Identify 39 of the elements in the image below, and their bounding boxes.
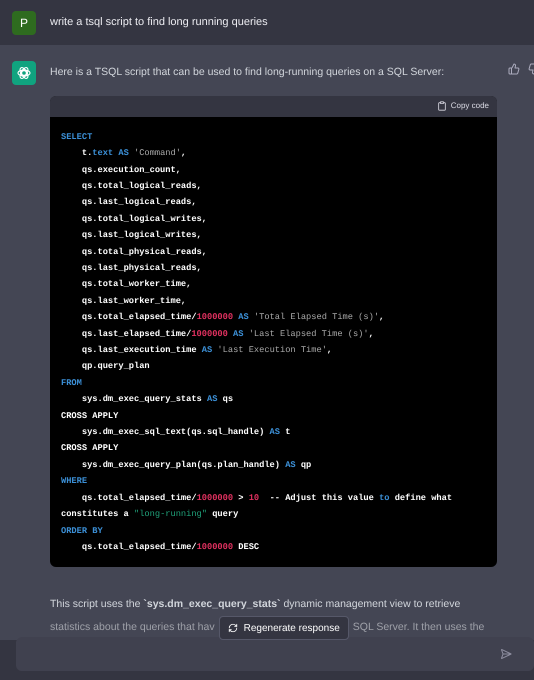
code-line: ORDER BY xyxy=(61,524,104,538)
code-line: qs.execution_count, xyxy=(80,164,182,177)
code-line: qs.last_logical_reads, xyxy=(80,196,198,210)
code-line: qs.last_worker_time, xyxy=(80,294,188,308)
code-line: sys.dm_exec_query_plan(qs.plan_handle) AS qp xyxy=(80,458,312,472)
explanation-text: statistics about the queries that hav xyxy=(50,620,215,636)
user-message: write a tsql script to find long running queries xyxy=(50,15,268,30)
regenerate-button[interactable]: Regenerate response xyxy=(218,616,349,640)
knot-logo-icon xyxy=(16,65,32,81)
code-line: FROM xyxy=(61,376,83,390)
code-line: qs.total_elapsed_time/1000000 > 10 -- Adjust this value to define what constitutes a "long-running" query xyxy=(61,492,454,522)
code-line: qs.total_worker_time, xyxy=(80,278,192,292)
code-line: qs.last_physical_reads, xyxy=(80,262,203,275)
code-line: qs.last_logical_writes, xyxy=(80,229,203,242)
code-line: CROSS APPLY xyxy=(61,442,120,456)
thumbs-up-icon[interactable] xyxy=(508,63,520,75)
user-avatar: P xyxy=(12,10,36,34)
code-line: qs.total_logical_reads, xyxy=(80,180,203,193)
code-line: SELECT xyxy=(61,130,94,144)
code-line: sys.dm_exec_query_stats AS qs xyxy=(80,393,234,406)
assistant-intro: Here is a TSQL script that can be used to find long-running queries on a SQL Server: xyxy=(50,65,446,80)
code-line: qs.total_elapsed_time/1000000 DESC xyxy=(80,540,260,554)
code-line: t.text AS 'Command', xyxy=(80,147,188,160)
send-icon[interactable] xyxy=(500,648,512,660)
code-line: qp.query_plan xyxy=(80,360,151,374)
code-line: qs.last_execution_time AS 'Last Execution Time', xyxy=(80,344,334,358)
code-line: qs.last_elapsed_time/1000000 AS 'Last Elapsed Time (s)', xyxy=(80,328,375,341)
refresh-icon xyxy=(228,623,238,634)
code-line: sys.dm_exec_sql_text(qs.sql_handle) AS t xyxy=(80,426,292,440)
code-line: qs.total_physical_reads, xyxy=(80,246,208,259)
code-line: WHERE xyxy=(61,475,88,488)
explanation-text: This script uses the `sys.dm_exec_query_stats` dynamic management view to retrieve xyxy=(50,597,462,612)
message-input[interactable] xyxy=(16,637,534,672)
code-line: qs.total_elapsed_time/1000000 AS 'Total Elapsed Time (s)', xyxy=(80,311,386,324)
code-line: qs.total_logical_writes, xyxy=(80,212,208,226)
explanation-text: SQL Server. It then uses the xyxy=(352,620,484,636)
copy-code-button[interactable]: Copy code xyxy=(436,100,489,112)
clipboard-icon xyxy=(436,101,447,112)
code-line: CROSS APPLY xyxy=(61,410,120,423)
